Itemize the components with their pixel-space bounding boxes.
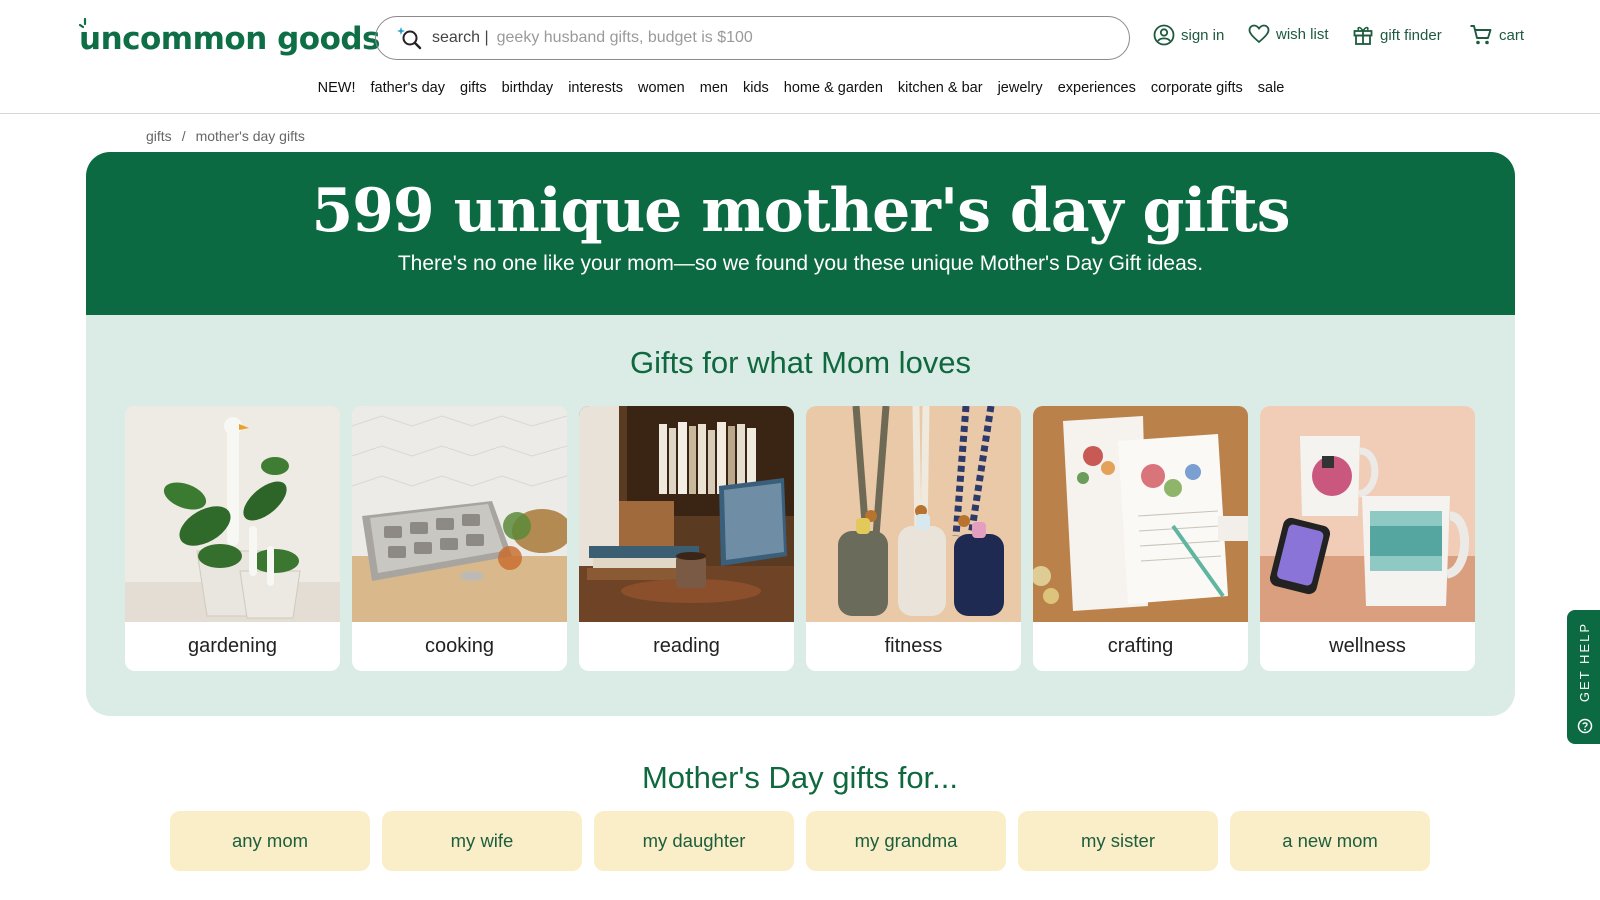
card-label-reading: reading: [653, 635, 720, 657]
gift-finder-link[interactable]: gift finder: [1352, 24, 1442, 46]
card-wellness[interactable]: wellness: [1260, 406, 1475, 671]
fitness-image: [806, 406, 1021, 622]
nav-item-interests[interactable]: interests: [568, 76, 623, 104]
nav-item-jewelry[interactable]: jewelry: [998, 76, 1043, 104]
nav-item-corporate-gifts[interactable]: corporate gifts: [1151, 76, 1243, 104]
pill-any-mom[interactable]: any mom: [170, 811, 370, 871]
logo-text: uncommon goods: [79, 21, 381, 57]
nav-item-men[interactable]: men: [700, 76, 728, 104]
hero-banner: 599 unique mother's day gifts There's no…: [86, 152, 1515, 315]
wish-list-label: wish list: [1276, 25, 1329, 43]
nav-item-kids[interactable]: kids: [743, 76, 769, 104]
breadcrumb: gifts / mother's day gifts: [146, 128, 305, 144]
nav-item-experiences[interactable]: experiences: [1058, 76, 1136, 104]
nav-item-sale[interactable]: sale: [1258, 76, 1285, 104]
site-header: uncommon goods search | sign in wish lis…: [0, 0, 1600, 114]
breadcrumb-mothers-day-gifts[interactable]: mother's day gifts: [196, 128, 305, 144]
pill-a-new-mom[interactable]: a new mom: [1230, 811, 1430, 871]
recipient-pills: any mom my wife my daughter my grandma m…: [170, 811, 1430, 871]
card-label-gardening: gardening: [188, 635, 277, 657]
pill-my-grandma[interactable]: my grandma: [806, 811, 1006, 871]
card-crafting[interactable]: crafting: [1033, 406, 1248, 671]
cart-link[interactable]: cart: [1469, 24, 1524, 46]
card-label-cooking: cooking: [425, 635, 494, 657]
nav-item-birthday[interactable]: birthday: [502, 76, 554, 104]
nav-item-kitchen-bar[interactable]: kitchen & bar: [898, 76, 983, 104]
logo-spark-icon: [79, 18, 87, 29]
card-cooking[interactable]: cooking: [352, 406, 567, 671]
cart-icon: [1470, 25, 1492, 45]
card-gardening[interactable]: gardening: [125, 406, 340, 671]
heart-icon: [1248, 24, 1270, 44]
wish-list-link[interactable]: wish list: [1248, 24, 1329, 44]
question-circle-icon: [1577, 718, 1592, 734]
get-help-label: GET HELP: [1577, 622, 1592, 703]
get-help-tab[interactable]: GET HELP: [1567, 610, 1600, 744]
sign-in-label: sign in: [1181, 26, 1225, 44]
nav-item-home-garden[interactable]: home & garden: [784, 76, 883, 104]
pill-my-wife[interactable]: my wife: [382, 811, 582, 871]
crafting-image: [1033, 406, 1248, 622]
main-nav: NEW! father's day gifts birthday interes…: [0, 76, 1600, 104]
reading-image: [579, 406, 794, 622]
card-label-wellness: wellness: [1329, 635, 1406, 657]
gardening-image: [125, 406, 340, 622]
breadcrumb-separator: /: [181, 128, 186, 144]
nav-item-women[interactable]: women: [638, 76, 685, 104]
card-reading[interactable]: reading: [579, 406, 794, 671]
wellness-image: [1260, 406, 1475, 622]
site-logo[interactable]: uncommon goods: [79, 18, 381, 58]
cart-label: cart: [1499, 26, 1525, 44]
page-title: 599 unique mother's day gifts: [311, 176, 1290, 246]
user-circle-icon: [1153, 24, 1175, 46]
breadcrumb-gifts[interactable]: gifts: [146, 128, 172, 144]
search-prefix: search |: [432, 29, 489, 46]
gifts-for-heading: Mother's Day gifts for...: [641, 760, 959, 795]
pill-my-sister[interactable]: my sister: [1018, 811, 1218, 871]
nav-item-new[interactable]: NEW!: [318, 76, 356, 104]
sign-in-link[interactable]: sign in: [1153, 24, 1224, 46]
loves-heading: Gifts for what Mom loves: [629, 345, 972, 380]
nav-item-gifts[interactable]: gifts: [460, 76, 487, 104]
search-input[interactable]: [496, 29, 1057, 47]
gift-icon: [1353, 26, 1373, 45]
nav-item-fathers-day[interactable]: father's day: [370, 76, 445, 104]
sparkle-search-icon: [397, 27, 422, 50]
hero-section: 599 unique mother's day gifts There's no…: [86, 152, 1515, 716]
gift-finder-label: gift finder: [1380, 26, 1442, 44]
card-label-fitness: fitness: [884, 635, 943, 657]
card-label-crafting: crafting: [1107, 635, 1174, 657]
card-fitness[interactable]: fitness: [806, 406, 1021, 671]
interest-cards: gardening cooking reading fitness crafti…: [125, 406, 1475, 671]
cooking-image: [352, 406, 567, 622]
search-bar[interactable]: search |: [375, 16, 1130, 60]
pill-my-daughter[interactable]: my daughter: [594, 811, 794, 871]
page-subtitle: There's no one like your mom—so we found…: [397, 252, 1204, 275]
